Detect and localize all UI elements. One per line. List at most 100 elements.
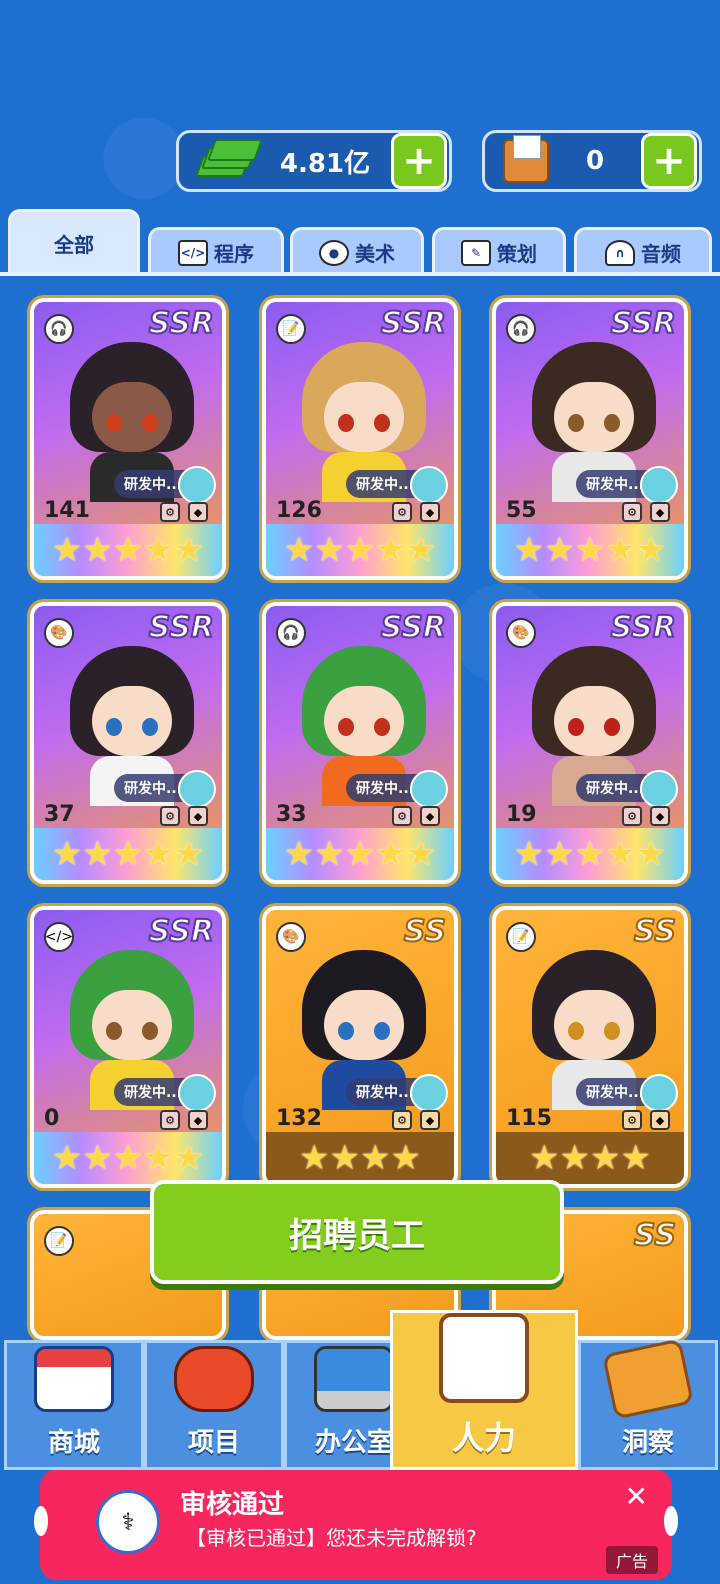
document-icon: 📝	[276, 314, 306, 344]
tab-label: 音频	[641, 242, 681, 266]
star-rating: ★★★★★	[266, 524, 454, 576]
employee-level: 37	[44, 802, 75, 827]
employee-card[interactable]: 🎨 SS 研发中... 132 ⚙ ◆ ★★★★	[262, 906, 458, 1188]
bottom-nav: 商城 项目 办公室 人力 洞察	[0, 1310, 720, 1470]
tab-planning[interactable]: ✎ 策划	[432, 227, 566, 275]
tab-programming[interactable]: </> 程序	[148, 227, 284, 275]
palette-icon: 🎨	[44, 618, 74, 648]
skill-icon: ◆	[650, 806, 670, 826]
box-counter: 0 +	[482, 130, 702, 192]
tab-art[interactable]: ● 美术	[290, 227, 424, 275]
skill-icons: ⚙ ◆	[392, 502, 440, 522]
nav-projects[interactable]: 项目	[144, 1340, 284, 1470]
status-badge: 研发中...	[114, 770, 216, 808]
star-rating: ★★★★★	[34, 524, 222, 576]
tab-audio[interactable]: ∩ 音频	[574, 227, 712, 275]
employee-level: 19	[506, 802, 537, 827]
add-box-button[interactable]: +	[641, 133, 697, 189]
employee-card[interactable]: 📝 SSR 研发中... 126 ⚙ ◆ ★★★★★	[262, 298, 458, 580]
employee-card[interactable]: 🎧 SSR 研发中... 141 ⚙ ◆ ★★★★★	[30, 298, 226, 580]
skill-icon: ⚙	[622, 502, 642, 522]
stars-label: ★★★★★	[51, 834, 205, 874]
skill-icon: ◆	[188, 806, 208, 826]
employee-level: 132	[276, 1106, 322, 1131]
employee-level: 55	[506, 498, 537, 523]
stars-label: ★★★★★	[283, 834, 437, 874]
nav-hr[interactable]: 人力	[390, 1310, 578, 1470]
money-value: 4.81亿	[279, 148, 371, 179]
skill-icons: ⚙ ◆	[160, 502, 208, 522]
status-badge: 研发中...	[576, 770, 678, 808]
star-rating: ★★★★★	[496, 524, 684, 576]
close-icon[interactable]: ✕	[625, 1480, 648, 1513]
rarity-badge: SSR	[610, 609, 677, 646]
add-money-button[interactable]: +	[391, 133, 447, 189]
employee-level: 141	[44, 498, 90, 523]
status-badge: 研发中...	[346, 770, 448, 808]
skill-icon: ⚙	[392, 502, 412, 522]
rarity-badge: SSR	[380, 305, 447, 342]
stars-label: ★★★★★	[51, 1138, 205, 1178]
gamepad-icon	[174, 1346, 254, 1412]
tab-all[interactable]: 全部	[8, 209, 140, 275]
employee-level: 115	[506, 1106, 552, 1131]
tab-label: 策划	[497, 242, 537, 266]
palette-icon: 🎨	[276, 922, 306, 952]
code-monitor-icon: </>	[44, 922, 74, 952]
employee-card[interactable]: 📝 SS 研发中... 115 ⚙ ◆ ★★★★	[492, 906, 688, 1188]
category-tabs: 全部 </> 程序 ● 美术 ✎ 策划 ∩ 音频	[0, 205, 720, 275]
skill-icon: ⚙	[160, 1110, 180, 1130]
skill-icon: ⚙	[622, 1110, 642, 1130]
rarity-badge: SSR	[148, 305, 215, 342]
employee-card[interactable]: </> SSR 研发中... 0 ⚙ ◆ ★★★★★	[30, 906, 226, 1188]
tab-label: 程序	[214, 242, 254, 266]
skill-icon: ◆	[420, 806, 440, 826]
employee-card[interactable]: 🎨 SSR 研发中... 37 ⚙ ◆ ★★★★★	[30, 602, 226, 884]
stars-label: ★★★★★	[51, 530, 205, 570]
rarity-badge: SS	[403, 913, 447, 950]
status-badge: 研发中...	[114, 1074, 216, 1112]
skill-icon: ◆	[188, 1110, 208, 1130]
skill-icons: ⚙ ◆	[622, 1110, 670, 1130]
envelope-box-icon	[503, 135, 549, 183]
document-icon: 📝	[44, 1226, 74, 1256]
star-rating: ★★★★★	[34, 1132, 222, 1184]
headphones-icon: 🎧	[276, 618, 306, 648]
stars-label: ★★★★★	[283, 530, 437, 570]
tab-label: 全部	[54, 233, 94, 257]
palette-icon: ●	[319, 239, 349, 266]
skill-icon: ◆	[420, 1110, 440, 1130]
star-rating: ★★★★★	[34, 828, 222, 880]
nav-shop[interactable]: 商城	[4, 1340, 144, 1470]
employee-card[interactable]: 🎧 SSR 研发中... 33 ⚙ ◆ ★★★★★	[262, 602, 458, 884]
news-icon	[602, 1338, 694, 1420]
ad-banner[interactable]: ⚕ 审核通过 【审核已通过】您还未完成解锁? ✕ 广告	[34, 1470, 678, 1580]
shop-icon	[34, 1346, 114, 1412]
employee-level: 33	[276, 802, 307, 827]
stars-label: ★★★★★	[513, 530, 667, 570]
star-rating: ★★★★	[496, 1132, 684, 1184]
code-monitor-icon: </>	[178, 239, 208, 266]
rarity-badge: SS	[633, 913, 677, 950]
nav-label: 洞察	[621, 1428, 674, 1458]
employee-level: 0	[44, 1106, 60, 1131]
employee-card[interactable]: 🎨 SSR 研发中... 19 ⚙ ◆ ★★★★★	[492, 602, 688, 884]
star-rating: ★★★★★	[266, 828, 454, 880]
skill-icon: ◆	[650, 1110, 670, 1130]
skill-icon: ⚙	[160, 502, 180, 522]
employee-level: 126	[276, 498, 322, 523]
recruit-employee-button[interactable]: 招聘员工	[150, 1180, 564, 1284]
skill-icon: ◆	[650, 502, 670, 522]
rarity-badge: SSR	[380, 609, 447, 646]
rarity-badge: SSR	[148, 609, 215, 646]
nav-insight[interactable]: 洞察	[578, 1338, 718, 1470]
star-rating: ★★★★	[266, 1132, 454, 1184]
tab-label: 美术	[355, 242, 395, 266]
nav-label: 人力	[451, 1419, 516, 1457]
stars-label: ★★★★	[529, 1138, 651, 1178]
rarity-badge: SSR	[148, 913, 215, 950]
skill-icons: ⚙ ◆	[392, 806, 440, 826]
status-badge: 研发中...	[114, 466, 216, 504]
ad-logo: ⚕	[96, 1490, 160, 1554]
employee-card[interactable]: 🎧 SSR 研发中... 55 ⚙ ◆ ★★★★★	[492, 298, 688, 580]
